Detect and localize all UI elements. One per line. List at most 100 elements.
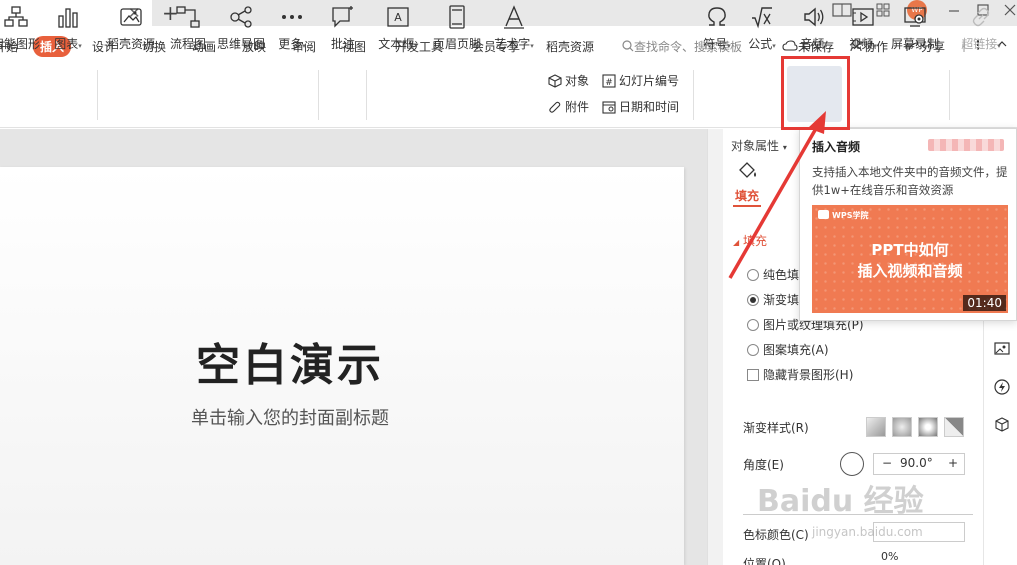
hide-background-label: 隐藏背景图形(H): [763, 368, 854, 382]
watermark-logo: Baidu 经验: [757, 484, 924, 519]
pattern-fill-label: 图案填充(A): [763, 343, 829, 357]
symbol-label: 符号: [703, 37, 728, 51]
video-brand: WPS学院: [818, 210, 868, 221]
pattern-fill-radio[interactable]: [747, 344, 759, 356]
audio-button[interactable]: 音频▾: [795, 4, 833, 52]
slide-number-label: 幻灯片编号: [619, 74, 680, 88]
ribbon-separator: [949, 70, 950, 120]
textbox-label: 文本框: [378, 37, 415, 51]
lightning-icon[interactable]: [994, 379, 1010, 395]
watermark-url: jingyan.baidu.com: [812, 525, 923, 539]
object-button[interactable]: 对象: [548, 72, 589, 89]
ribbon-toolbar: [0, 64, 1017, 128]
tab-fill[interactable]: 填充: [735, 187, 759, 204]
speaker-icon: [804, 7, 824, 27]
textbox-button[interactable]: A 文本框▾: [374, 4, 422, 52]
header-footer-button[interactable]: 页眉页脚: [430, 4, 484, 52]
picture-fill-radio[interactable]: [747, 319, 759, 331]
menu-docer[interactable]: 稻壳资源: [546, 38, 594, 55]
audio-label: 音频: [800, 37, 825, 51]
mindmap-label: 思维导图: [216, 37, 265, 51]
tutorial-video-thumbnail[interactable]: WPS学院 PPT中如何 插入视频和音频 01:40: [812, 205, 1008, 313]
hyperlink-button[interactable]: 超链接▾: [957, 4, 1005, 52]
attachment-button[interactable]: 附件: [548, 98, 589, 115]
more-label: 更多: [278, 37, 303, 51]
highlight-box: [781, 56, 850, 130]
chart-button[interactable]: 图表▾: [50, 4, 86, 52]
attachment-label: 附件: [565, 100, 590, 114]
slide[interactable]: 空白演示 单击输入您的封面副标题: [0, 167, 684, 565]
textbox-icon: A: [387, 7, 409, 27]
video-button[interactable]: 视频▾: [843, 4, 883, 52]
angle-value[interactable]: 90.0°: [900, 456, 933, 470]
chart-icon: [58, 8, 78, 28]
comment-icon: [332, 6, 353, 28]
stop-color-label: 色标颜色(C): [743, 528, 809, 542]
angle-stepper[interactable]: − 90.0° +: [873, 453, 965, 475]
formula-label: 公式: [748, 37, 773, 51]
formula-icon: [752, 7, 772, 29]
datetime-button[interactable]: 日期和时间: [602, 98, 679, 115]
hyperlink-label: 超链接: [961, 37, 998, 51]
video-icon: [852, 8, 874, 26]
object-label: 对象: [565, 74, 590, 88]
wordart-icon: [504, 5, 524, 29]
canvas-scrollbar[interactable]: [707, 129, 723, 565]
solid-fill-radio[interactable]: [747, 269, 759, 281]
smartart-label: 智能图形: [0, 37, 40, 51]
comment-button[interactable]: 批注: [327, 4, 359, 52]
tooltip-badge: [928, 139, 1004, 151]
ribbon-separator: [97, 70, 98, 120]
slide-subtitle[interactable]: 单击输入您的封面副标题: [0, 404, 580, 430]
fill-section-label: 填充: [742, 234, 767, 248]
gradient-style-path[interactable]: [944, 417, 964, 437]
gradient-style-radial[interactable]: [892, 417, 912, 437]
more-icon: [282, 15, 302, 19]
cube-icon[interactable]: [994, 417, 1010, 433]
gradient-style-rect[interactable]: [918, 417, 938, 437]
image-resource-icon: [120, 8, 142, 26]
video-label: 视频: [849, 37, 874, 51]
pattern-fill-option[interactable]: 图案填充(A): [747, 341, 829, 358]
flowchart-icon: [176, 6, 200, 28]
panel-header[interactable]: 对象属性 ▾: [731, 137, 787, 154]
gradient-fill-radio[interactable]: [747, 294, 759, 306]
slide-title[interactable]: 空白演示: [0, 329, 580, 393]
gradient-style-linear[interactable]: [866, 417, 886, 437]
image-tool-icon[interactable]: [994, 341, 1010, 357]
fill-section-header[interactable]: ◢ 填充: [733, 232, 767, 249]
datetime-label: 日期和时间: [619, 100, 680, 114]
mindmap-button[interactable]: 思维导图: [216, 4, 266, 52]
comment-label: 批注: [330, 37, 355, 51]
search-icon: [622, 40, 634, 52]
calendar-icon: [602, 101, 616, 114]
paperclip-icon: [549, 101, 561, 113]
tooltip-description: 支持插入本地文件夹中的音频文件，提供1w+在线音乐和音效资源: [812, 165, 1008, 197]
position-value[interactable]: 0%: [881, 550, 898, 563]
solid-fill-label: 纯色填: [763, 268, 800, 282]
hide-background-checkbox[interactable]: [747, 369, 759, 381]
header-footer-icon: [449, 5, 465, 29]
docer-resource-button[interactable]: 稻壳资源: [106, 4, 156, 52]
close-window-icon[interactable]: [1004, 2, 1016, 22]
angle-decrease-button[interactable]: −: [882, 456, 892, 470]
screen-record-icon: [904, 7, 926, 27]
gradient-fill-option[interactable]: 渐变填: [747, 291, 799, 308]
angle-dial[interactable]: [840, 452, 864, 476]
gradient-fill-label: 渐变填: [763, 293, 800, 307]
wordart-button[interactable]: 艺术字▾: [491, 4, 537, 52]
symbol-button[interactable]: 符号▾: [698, 4, 736, 52]
hide-background-option[interactable]: 隐藏背景图形(H): [747, 366, 853, 383]
flowchart-button[interactable]: 流程图: [168, 4, 208, 52]
slide-number-button[interactable]: # 幻灯片编号: [602, 72, 679, 89]
solid-fill-option[interactable]: 纯色填: [747, 266, 799, 283]
svg-text:A: A: [394, 11, 402, 24]
video-title-line1: PPT中如何: [871, 241, 949, 259]
formula-button[interactable]: 公式▾: [743, 4, 781, 52]
slide-canvas-area: 空白演示 单击输入您的封面副标题: [0, 129, 707, 565]
flowchart-label: 流程图: [169, 37, 206, 51]
smartart-button[interactable]: 智能图形: [0, 4, 42, 52]
more-button[interactable]: 更多▾: [275, 4, 309, 52]
screen-record-button[interactable]: 屏幕录制: [889, 4, 941, 52]
angle-increase-button[interactable]: +: [948, 456, 958, 470]
